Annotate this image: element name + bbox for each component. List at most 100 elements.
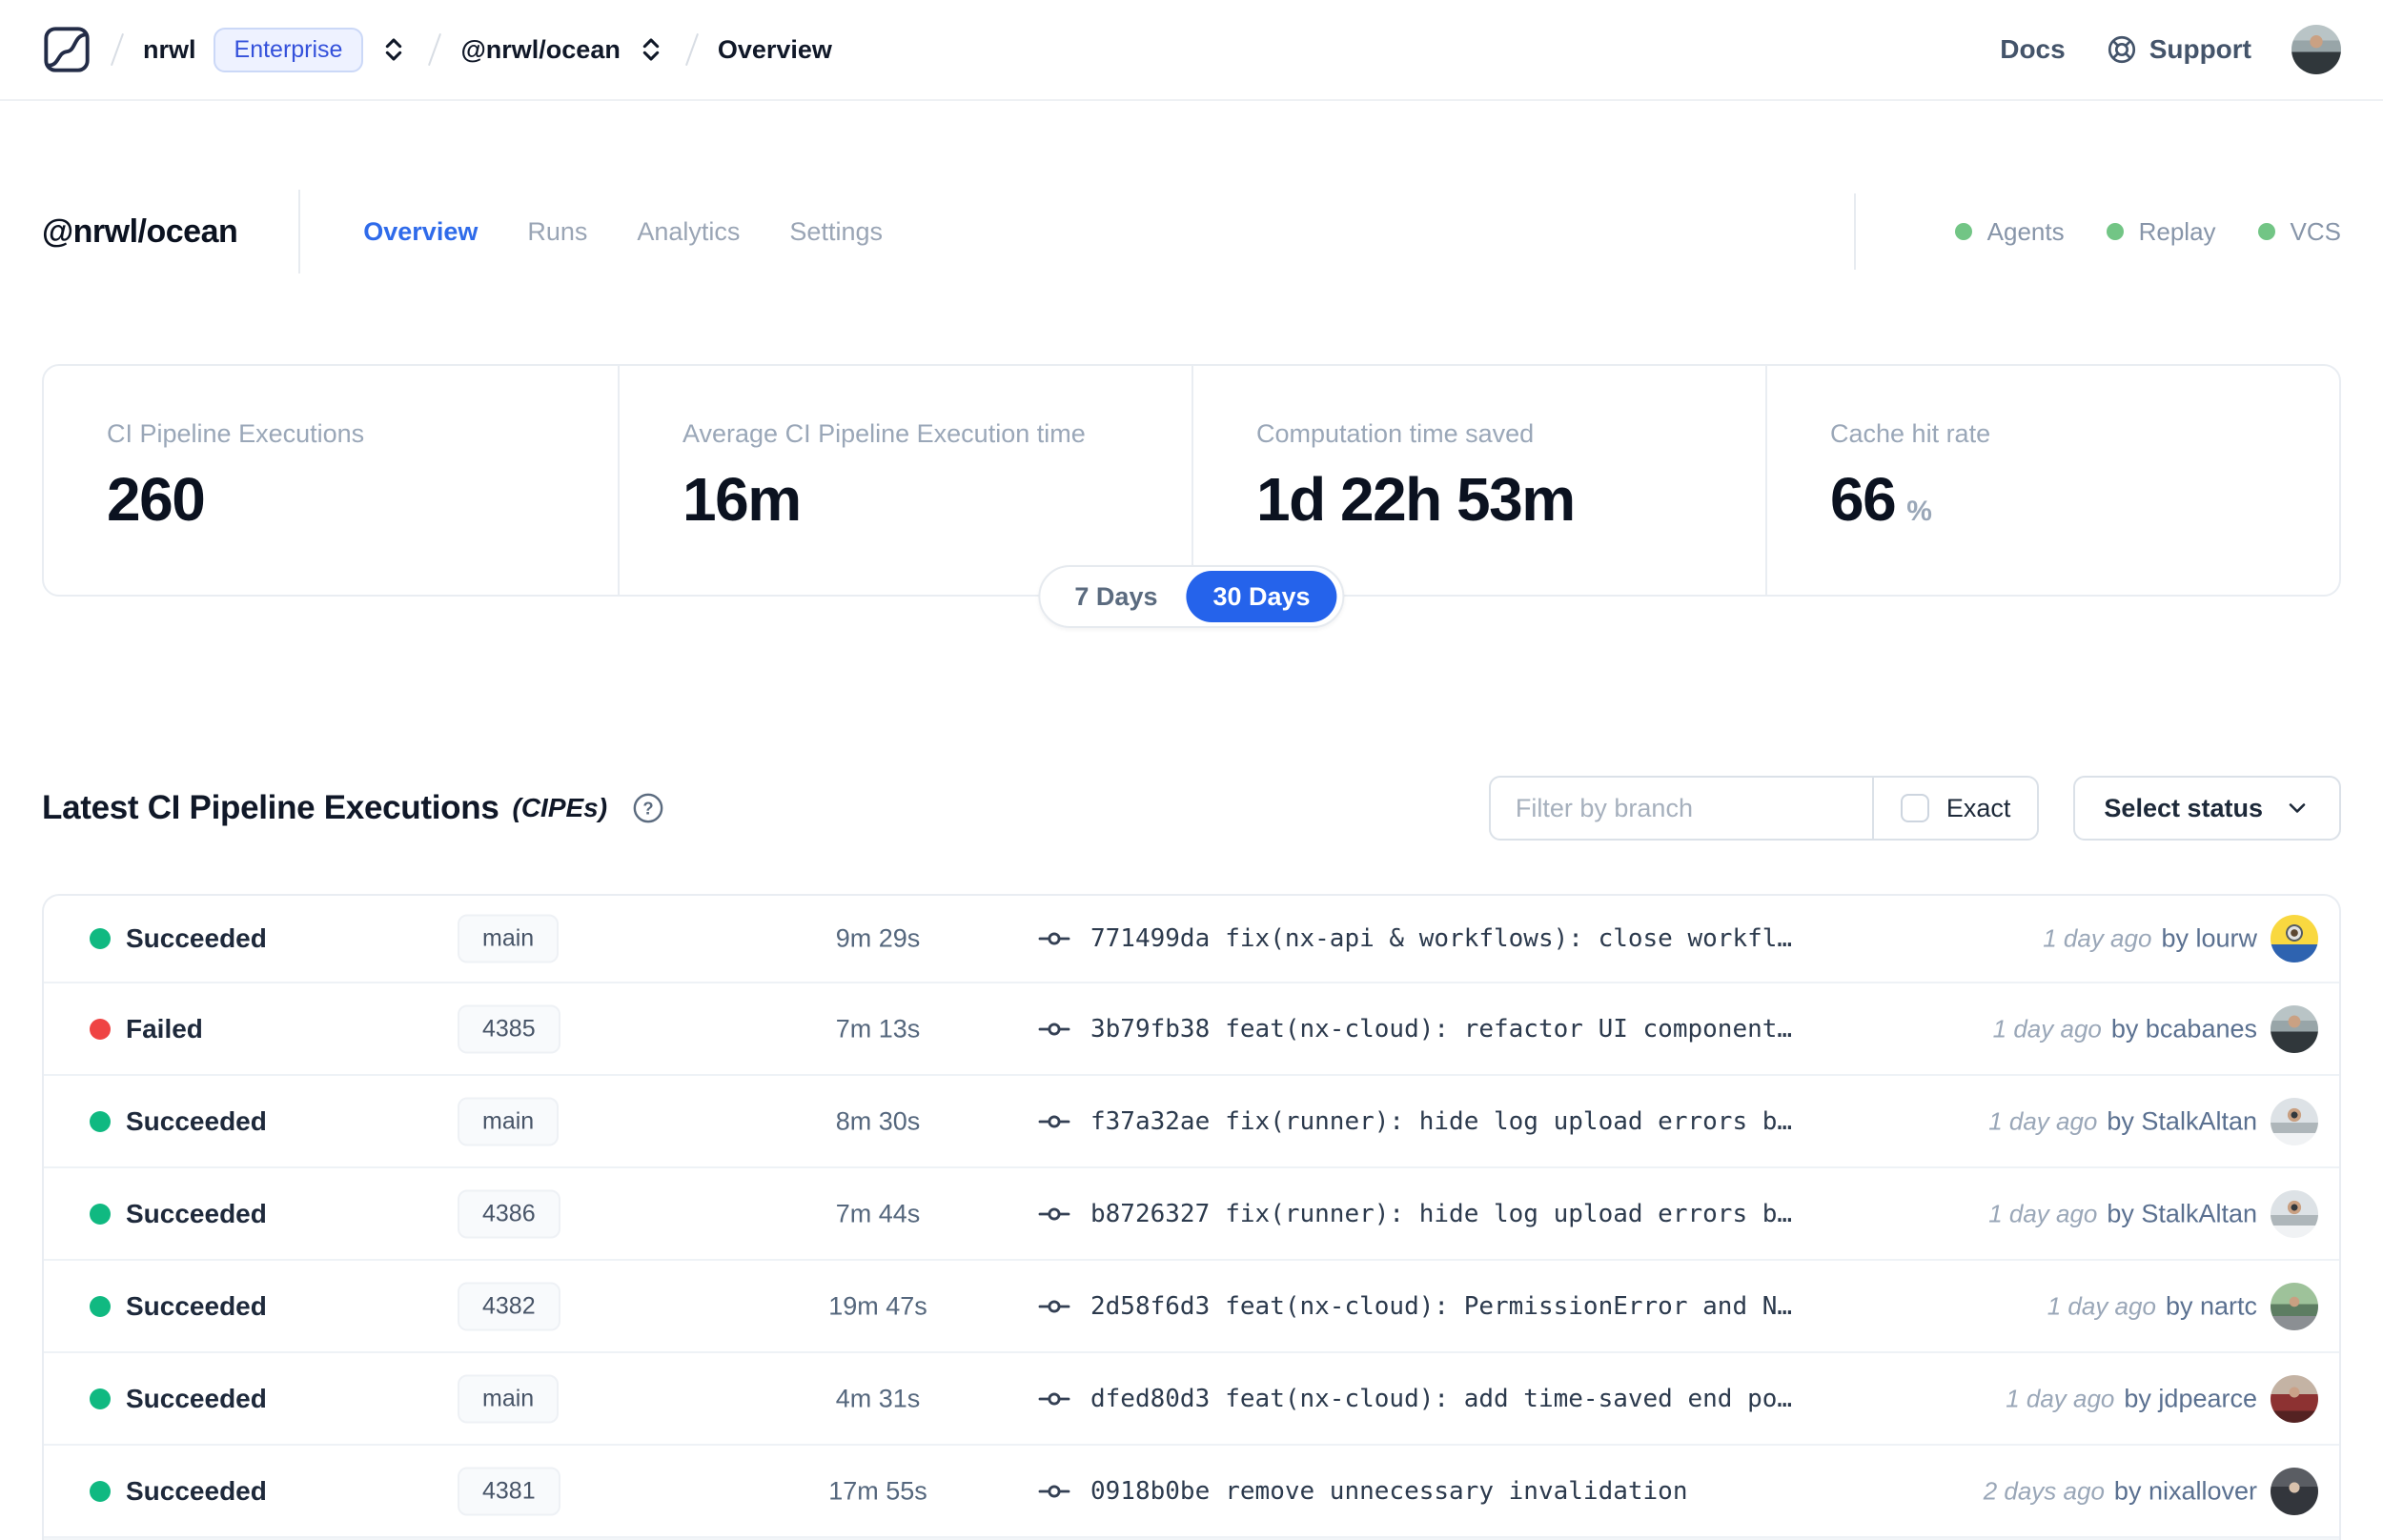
commit-meta: 1 day ago by nartc bbox=[2047, 1291, 2257, 1320]
stat-computation-time-saved: Computation time saved 1d 22h 53m bbox=[1192, 366, 1765, 595]
duration: 9m 29s bbox=[835, 923, 921, 953]
status-label: Succeeded bbox=[126, 1475, 267, 1506]
top-bar: nrwl Enterprise @nrwl/ocean Overview Doc… bbox=[0, 0, 2383, 101]
status-dot-icon bbox=[1954, 223, 1972, 240]
section-title-suffix: (CIPEs) bbox=[512, 793, 608, 822]
tab-settings[interactable]: Settings bbox=[789, 217, 883, 247]
status-dot bbox=[90, 1110, 111, 1132]
status-dot bbox=[90, 1480, 111, 1502]
author-avatar bbox=[2271, 1374, 2318, 1423]
branch-badge[interactable]: 4381 bbox=[458, 1467, 560, 1515]
support-link[interactable]: Support bbox=[2106, 33, 2251, 66]
commit-meta: 1 day ago by StalkAltan bbox=[1988, 1199, 2257, 1227]
author-avatar bbox=[2271, 1282, 2318, 1330]
status-dot bbox=[90, 1295, 111, 1317]
status-label: Succeeded bbox=[126, 1383, 267, 1413]
workspace-tabs: Overview Runs Analytics Settings bbox=[363, 217, 883, 247]
status-label: Succeeded bbox=[126, 1290, 267, 1321]
status-dot bbox=[90, 1203, 111, 1225]
author-avatar bbox=[2271, 1189, 2318, 1238]
author-avatar bbox=[2271, 1467, 2318, 1515]
branch-badge[interactable]: main bbox=[458, 1097, 560, 1145]
svg-text:?: ? bbox=[642, 798, 653, 818]
nx-cloud-dashboard: nrwl Enterprise @nrwl/ocean Overview Doc… bbox=[0, 0, 2383, 1540]
exact-toggle[interactable]: Exact bbox=[1874, 794, 2038, 823]
breadcrumb-page: Overview bbox=[717, 34, 832, 64]
status-label: Succeeded bbox=[126, 923, 267, 953]
enterprise-badge[interactable]: Enterprise bbox=[213, 27, 364, 72]
nx-cloud-logo-icon[interactable] bbox=[42, 25, 92, 74]
commit-meta: 1 day ago by jdpearce bbox=[2006, 1384, 2257, 1412]
commit-meta: 1 day ago by lourw bbox=[2043, 923, 2257, 953]
duration: 8m 30s bbox=[835, 1106, 921, 1135]
duration: 17m 55s bbox=[828, 1476, 927, 1505]
author-avatar bbox=[2271, 1097, 2318, 1145]
feature-agents[interactable]: Agents bbox=[1954, 217, 2065, 247]
table-row[interactable]: Succeeded 4386 7m 44s b8726327 fix(runner… bbox=[44, 1168, 2339, 1261]
period-30-days[interactable]: 30 Days bbox=[1186, 571, 1337, 622]
feature-replay[interactable]: Replay bbox=[2106, 217, 2216, 247]
period-toggle: 7 Days 30 Days bbox=[1038, 565, 1345, 628]
git-commit-icon bbox=[1037, 1104, 1071, 1139]
breadcrumb-slash bbox=[684, 32, 699, 67]
tab-runs[interactable]: Runs bbox=[527, 217, 587, 247]
breadcrumb: nrwl Enterprise @nrwl/ocean Overview bbox=[42, 25, 832, 74]
help-icon[interactable]: ? bbox=[632, 792, 664, 824]
status-dot bbox=[90, 1388, 111, 1409]
commit-text: f37a32ae fix(runner): hide log upload err… bbox=[1090, 1106, 1793, 1136]
commit-text: dfed80d3 feat(nx-cloud): add time-saved e… bbox=[1090, 1384, 1793, 1413]
duration: 7m 13s bbox=[835, 1014, 921, 1043]
table-row[interactable]: Succeeded 4382 19m 47s 2d58f6d3 feat(nx-c… bbox=[44, 1261, 2339, 1353]
breadcrumb-workspace[interactable]: @nrwl/ocean bbox=[460, 35, 620, 65]
top-bar-actions: Docs Support bbox=[2000, 25, 2341, 74]
workspace-header: @nrwl/ocean Overview Runs Analytics Sett… bbox=[42, 185, 2341, 278]
git-commit-icon bbox=[1037, 1474, 1071, 1509]
workspace-features: Agents Replay VCS bbox=[1853, 193, 2341, 270]
executions-header: Latest CI Pipeline Executions (CIPEs) ? … bbox=[42, 774, 2341, 842]
branch-badge[interactable]: main bbox=[458, 1374, 560, 1423]
duration: 4m 31s bbox=[835, 1384, 921, 1412]
docs-link[interactable]: Docs bbox=[2000, 34, 2065, 65]
status-select[interactable]: Select status bbox=[2073, 776, 2341, 841]
chevron-down-icon bbox=[2289, 803, 2306, 813]
table-row[interactable]: Succeeded main 9m 29s 771499da fix(nx-api… bbox=[44, 896, 2339, 983]
table-row[interactable]: Succeeded 4381 17m 55s 0918b0be remove un… bbox=[44, 1446, 2339, 1538]
org-chevron-up-down-icon[interactable] bbox=[378, 34, 409, 65]
tab-overview[interactable]: Overview bbox=[363, 217, 478, 247]
git-commit-icon bbox=[1037, 1012, 1071, 1046]
git-commit-icon bbox=[1037, 922, 1071, 956]
table-row[interactable]: Succeeded main 8m 30s f37a32ae fix(runner… bbox=[44, 1076, 2339, 1168]
status-dot-icon bbox=[2257, 223, 2275, 240]
tab-analytics[interactable]: Analytics bbox=[637, 217, 740, 247]
author-avatar bbox=[2271, 1004, 2318, 1053]
branch-badge[interactable]: main bbox=[458, 914, 560, 963]
duration: 19m 47s bbox=[828, 1291, 927, 1320]
user-avatar[interactable] bbox=[2291, 25, 2341, 74]
branch-filter-input[interactable] bbox=[1490, 778, 1872, 839]
branch-badge[interactable]: 4385 bbox=[458, 1004, 560, 1053]
commit-meta: 2 days ago by nixallover bbox=[1983, 1476, 2257, 1505]
git-commit-icon bbox=[1037, 1289, 1071, 1324]
commit-text: 0918b0be remove unnecessary invalidation bbox=[1090, 1476, 1688, 1506]
stat-ci-pipeline-executions: CI Pipeline Executions 260 bbox=[107, 419, 365, 534]
branch-badge[interactable]: 4386 bbox=[458, 1189, 560, 1238]
stats-cards: CI Pipeline Executions 260 Average CI Pi… bbox=[42, 364, 2341, 597]
git-commit-icon bbox=[1037, 1197, 1071, 1231]
exact-checkbox[interactable] bbox=[1900, 794, 1929, 822]
divider bbox=[298, 190, 301, 274]
git-commit-icon bbox=[1037, 1382, 1071, 1416]
status-label: Failed bbox=[126, 1013, 203, 1044]
table-row[interactable]: Succeeded main 4m 31s dfed80d3 feat(nx-cl… bbox=[44, 1353, 2339, 1446]
branch-filter-group: Exact bbox=[1488, 776, 2040, 841]
status-label: Succeeded bbox=[126, 1105, 267, 1136]
period-7-days[interactable]: 7 Days bbox=[1046, 571, 1186, 622]
commit-text: 2d58f6d3 feat(nx-cloud): PermissionError … bbox=[1090, 1291, 1793, 1321]
breadcrumb-org[interactable]: nrwl bbox=[143, 35, 196, 65]
status-dot bbox=[90, 1018, 111, 1040]
status-dot bbox=[90, 928, 111, 949]
stat-cache-hit-rate: Cache hit rate 66% bbox=[1765, 366, 2339, 595]
feature-vcs[interactable]: VCS bbox=[2257, 217, 2341, 247]
table-row[interactable]: Failed 4385 7m 13s 3b79fb38 feat(nx-cloud… bbox=[44, 983, 2339, 1076]
workspace-chevron-up-down-icon[interactable] bbox=[636, 34, 666, 65]
branch-badge[interactable]: 4382 bbox=[458, 1282, 560, 1330]
